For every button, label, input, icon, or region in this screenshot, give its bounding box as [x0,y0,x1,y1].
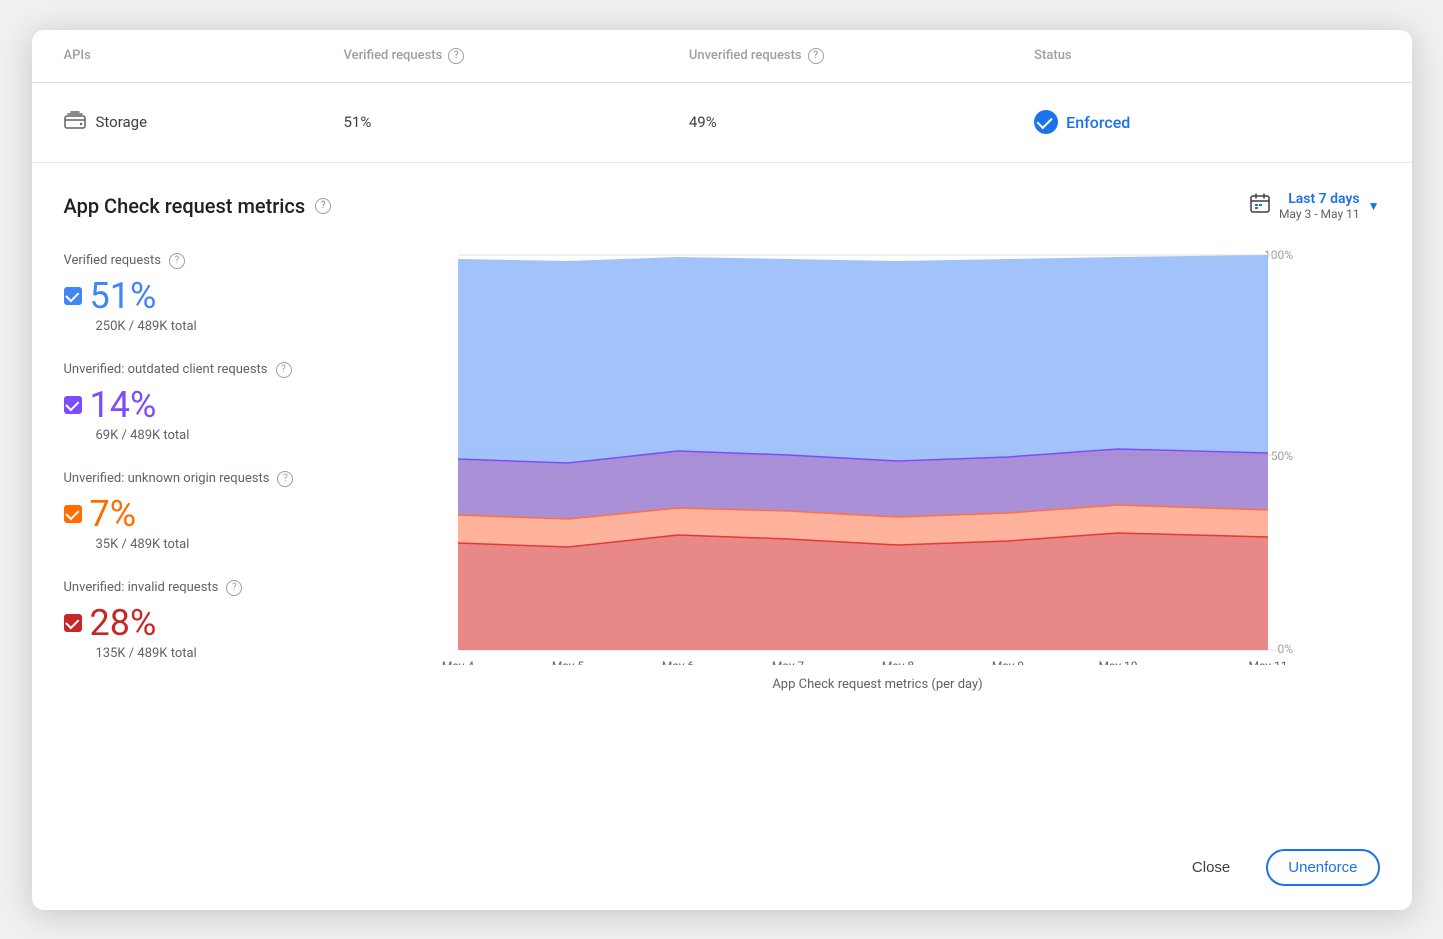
date-range-selector[interactable]: Last 7 days May 3 - May 11 ▼ [1249,191,1380,221]
invalid-legend-label-text: Unverified: invalid requests [64,580,219,595]
metrics-help-icon[interactable]: ? [315,198,331,214]
storage-status-cell: Enforced [1034,110,1379,134]
svg-text:50%: 50% [1270,449,1292,463]
unknown-legend-help-icon[interactable]: ? [277,471,293,487]
chart-container: Verified requests ? 51% 250K / 489K tota… [64,245,1380,692]
legend-item-invalid: Unverified: invalid requests ? 28% 135K … [64,580,344,661]
verified-help-icon[interactable]: ? [448,48,464,64]
chart-svg: 100% 50% 0% [376,245,1380,669]
legend-label-outdated: Unverified: outdated client requests ? [64,362,344,378]
col-apis: APIs [64,30,344,82]
col-unverified: Unverified requests ? [689,30,1034,82]
invalid-checkbox[interactable] [64,614,82,632]
table-header: APIs Verified requests ? Unverified requ… [32,30,1412,83]
outdated-legend-help-icon[interactable]: ? [276,362,292,378]
svg-text:May 6: May 6 [661,659,694,665]
verified-total: 250K / 489K total [96,319,344,334]
col-verified: Verified requests ? [344,30,689,82]
legend-item-unknown: Unverified: unknown origin requests ? 7%… [64,471,344,552]
calendar-icon [1249,192,1271,219]
invalid-percentage: 28% [64,602,344,644]
legend-label-unknown: Unverified: unknown origin requests ? [64,471,344,487]
unknown-checkbox[interactable] [64,505,82,523]
chart-x-axis-label: App Check request metrics (per day) [376,677,1380,692]
verified-legend-label-text: Verified requests [64,253,161,268]
svg-text:May 8: May 8 [881,659,914,665]
svg-text:May 7: May 7 [771,659,804,665]
dropdown-arrow-icon: ▼ [1368,199,1380,213]
outdated-checkbox[interactable] [64,396,82,414]
invalid-total: 135K / 489K total [96,646,344,661]
col-status: Status [1034,30,1379,82]
unenforce-button[interactable]: Unenforce [1266,849,1379,886]
dialog: APIs Verified requests ? Unverified requ… [32,30,1412,910]
verified-checkbox[interactable] [64,287,82,305]
svg-text:May 10: May 10 [1098,659,1137,665]
outdated-legend-label-text: Unverified: outdated client requests [64,362,268,377]
metrics-header: App Check request metrics ? Last 7 days [64,191,1380,221]
close-button[interactable]: Close [1172,851,1250,884]
dialog-footer: Close Unenforce [32,833,1412,910]
verified-legend-help-icon[interactable]: ? [169,253,185,269]
outdated-total: 69K / 489K total [96,428,344,443]
check-circle-icon [1034,110,1058,134]
legend-item-outdated: Unverified: outdated client requests ? 1… [64,362,344,443]
invalid-legend-help-icon[interactable]: ? [226,580,242,596]
date-range-text: Last 7 days May 3 - May 11 [1279,191,1360,221]
unknown-legend-label-text: Unverified: unknown origin requests [64,471,270,486]
chart-area: 100% 50% 0% [376,245,1380,692]
unknown-total: 35K / 489K total [96,537,344,552]
enforced-label: Enforced [1066,113,1130,132]
metrics-section: App Check request metrics ? Last 7 days [32,163,1412,833]
storage-verified-pct: 51% [344,113,689,131]
storage-unverified-pct: 49% [689,113,1034,131]
metrics-title: App Check request metrics ? [64,194,332,218]
svg-text:0%: 0% [1277,642,1293,656]
legend-label-invalid: Unverified: invalid requests ? [64,580,344,596]
svg-text:May 5: May 5 [551,659,584,665]
unverified-help-icon[interactable]: ? [808,48,824,64]
unknown-percentage: 7% [64,493,344,535]
enforced-badge: Enforced [1034,110,1130,134]
legend-item-verified: Verified requests ? 51% 250K / 489K tota… [64,253,344,334]
svg-text:May 4: May 4 [441,659,474,665]
outdated-percentage: 14% [64,384,344,426]
storage-row: Storage 51% 49% Enforced [32,83,1412,163]
verified-percentage: 51% [64,275,344,317]
storage-name-cell: Storage [64,111,344,133]
legend-panel: Verified requests ? 51% 250K / 489K tota… [64,245,344,689]
storage-icon [64,111,86,133]
legend-label-verified: Verified requests ? [64,253,344,269]
svg-text:May 11: May 11 [1248,659,1287,665]
svg-text:May 9: May 9 [991,659,1023,665]
storage-label: Storage [96,113,148,131]
